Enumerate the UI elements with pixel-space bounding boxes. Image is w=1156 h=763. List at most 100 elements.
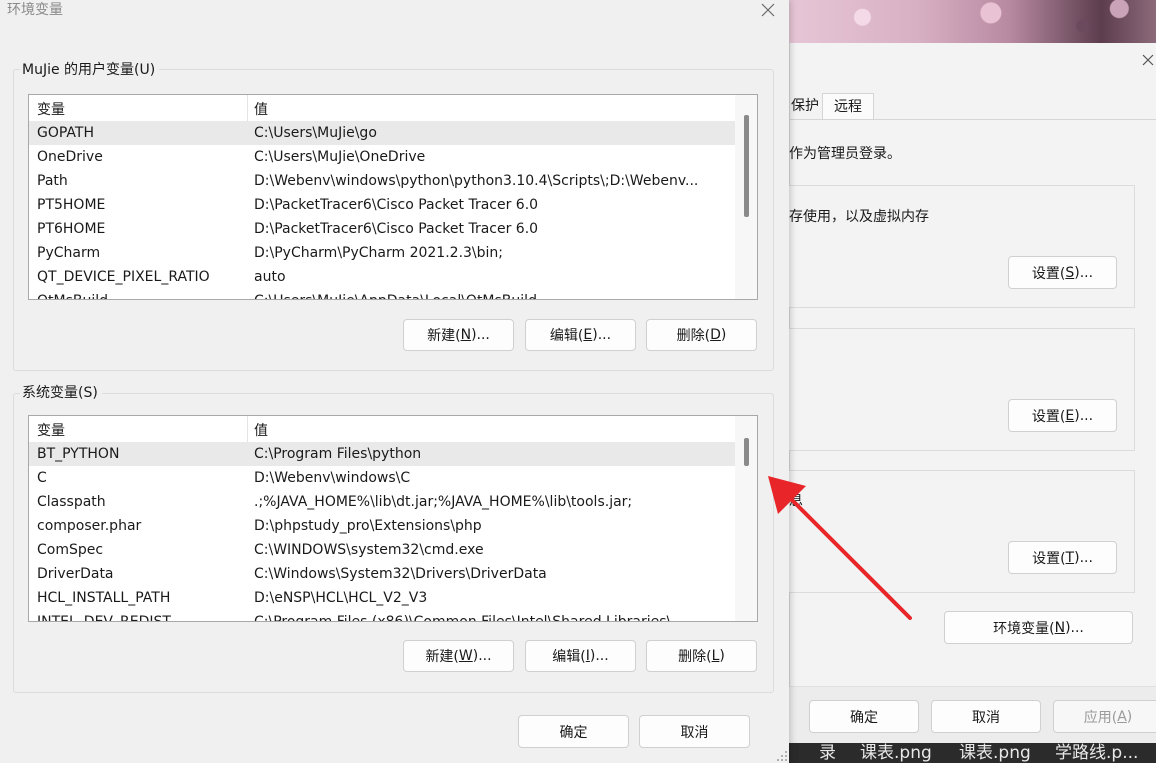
variable-value: D:\PacketTracer6\Cisco Packet Tracer 6.0: [254, 221, 539, 237]
cancel-button[interactable]: 取消: [639, 715, 750, 748]
taskbar: 录 课表.png 课表.png 学路线.p...: [789, 743, 1156, 763]
performance-group: [789, 185, 1135, 308]
table-row[interactable]: C D:\Webenv\windows\C: [29, 466, 735, 490]
variable-name: C: [37, 470, 47, 486]
button-label: 编辑(: [549, 328, 584, 344]
bg-apply-button[interactable]: 应用(A): [1053, 700, 1156, 733]
user-new-button[interactable]: 新建(N)...: [403, 319, 514, 351]
variable-name: PyCharm: [37, 245, 101, 261]
table-row[interactable]: QtMsBuild C:\Users\MuJie\AppData\Local\Qt…: [29, 289, 735, 299]
user-edit-button[interactable]: 编辑(E)...: [525, 319, 636, 351]
close-icon[interactable]: [760, 2, 776, 18]
access-key: N: [1054, 619, 1066, 636]
button-suffix: )...: [471, 327, 490, 343]
user-variables-list[interactable]: 变量 值 GOPATH C:\Users\MuJie\go OneDrive C:\…: [28, 94, 758, 300]
list-header: 变量 值: [29, 95, 735, 122]
list-rows: BT_PYTHON C:\Program Files\python C D:\Web…: [29, 442, 735, 622]
variable-value: D:\phpstudy_pro\Extensions\php: [254, 518, 482, 534]
resize-grip-icon[interactable]: [776, 750, 788, 762]
user-profiles-group: [789, 328, 1135, 451]
variable-value: D:\PyCharm\PyCharm 2021.2.3\bin;: [254, 245, 504, 261]
bg-ok-button[interactable]: 确定: [809, 700, 919, 733]
table-row[interactable]: composer.phar D:\phpstudy_pro\Extensions\…: [29, 514, 735, 538]
button-label: 删除(: [678, 649, 712, 665]
user-profiles-settings-button[interactable]: 设置(E)...: [1008, 399, 1117, 432]
variable-value: C:\Users\MuJie\OneDrive: [254, 149, 426, 165]
table-row[interactable]: Path D:\Webenv\windows\python\python3.10.…: [29, 169, 735, 193]
variable-name: PT5HOME: [37, 197, 106, 213]
environment-variables-button[interactable]: 环境变量(N)...: [944, 611, 1133, 644]
table-row[interactable]: PyCharm D:\PyCharm\PyCharm 2021.2.3\bin;: [29, 241, 735, 265]
variable-value: C:\Windows\System32\Drivers\DriverData: [254, 566, 547, 582]
variable-value: C:\Users\MuJie\go: [254, 125, 377, 141]
button-suffix: ): [720, 327, 727, 343]
tab-remote[interactable]: 远程: [822, 93, 874, 119]
button-suffix: )...: [472, 648, 492, 664]
access-key: A: [1117, 708, 1127, 725]
column-header-value[interactable]: 值: [254, 420, 268, 440]
table-row[interactable]: QT_DEVICE_PIXEL_RATIO auto: [29, 265, 735, 289]
variable-value: D:\Webenv\windows\python\python3.10.4\Sc…: [254, 173, 699, 189]
admin-note: 作为管理员登录。: [789, 146, 901, 162]
column-header-value[interactable]: 值: [254, 99, 268, 119]
system-variables-list[interactable]: 变量 值 BT_PYTHON C:\Program Files\python C D…: [28, 415, 758, 622]
access-key: L: [711, 648, 720, 664]
table-row[interactable]: INTEL_DEV_REDIST C:\Program Files (x86)\C…: [29, 610, 735, 622]
taskbar-item[interactable]: 学路线.p...: [1055, 744, 1138, 762]
button-label: 设置(: [1031, 408, 1066, 425]
column-divider[interactable]: [247, 416, 248, 442]
variable-value: C:\Users\MuJie\AppData\Local\QtMsBuild: [254, 289, 729, 299]
startup-settings-button[interactable]: 设置(T)...: [1008, 541, 1117, 574]
scrollbar-thumb[interactable]: [744, 438, 749, 466]
table-row[interactable]: ComSpec C:\WINDOWS\system32\cmd.exe: [29, 538, 735, 562]
column-divider[interactable]: [247, 95, 248, 121]
taskbar-item[interactable]: 录: [819, 744, 836, 762]
variable-value: D:\Webenv\windows\C: [254, 470, 411, 486]
button-label: 编辑(: [552, 649, 586, 665]
variable-name: INTEL_DEV_REDIST: [37, 614, 171, 622]
access-key: D: [710, 327, 721, 343]
button-label: 设置(: [1031, 265, 1066, 282]
table-row[interactable]: HCL_INSTALL_PATH D:\eNSP\HCL\HCL_V2_V3: [29, 586, 735, 610]
variable-name: Classpath: [37, 494, 106, 510]
variable-value: auto: [254, 269, 286, 285]
variable-name: PT6HOME: [37, 221, 106, 237]
button-suffix: )...: [592, 327, 612, 343]
button-label: 新建(: [425, 649, 459, 665]
column-header-variable[interactable]: 变量: [37, 420, 65, 440]
column-header-variable[interactable]: 变量: [37, 99, 65, 119]
variable-name: OneDrive: [37, 149, 103, 165]
access-key: N: [460, 327, 472, 343]
access-key: S: [1065, 264, 1075, 281]
button-label: 新建(: [427, 328, 461, 344]
table-row[interactable]: PT5HOME D:\PacketTracer6\Cisco Packet Tra…: [29, 193, 735, 217]
table-row[interactable]: Classpath .;%JAVA_HOME%\lib\dt.jar;%JAVA_…: [29, 490, 735, 514]
system-delete-button[interactable]: 删除(L): [646, 640, 757, 672]
variable-name: QtMsBuild: [37, 289, 242, 299]
scrollbar-thumb[interactable]: [744, 115, 749, 217]
close-icon[interactable]: [1140, 52, 1156, 68]
performance-settings-button[interactable]: 设置(S)...: [1008, 256, 1117, 289]
variable-name: HCL_INSTALL_PATH: [37, 590, 171, 606]
user-variables-label: MuJie 的用户变量(U): [20, 61, 160, 79]
access-key: E: [1065, 407, 1075, 424]
ok-button[interactable]: 确定: [518, 715, 629, 748]
table-row[interactable]: OneDrive C:\Users\MuJie\OneDrive: [29, 145, 735, 169]
table-row[interactable]: DriverData C:\Windows\System32\Drivers\Dr…: [29, 562, 735, 586]
vertical-scrollbar[interactable]: [735, 95, 757, 299]
variable-name: GOPATH: [37, 125, 94, 141]
taskbar-item[interactable]: 课表.png: [860, 744, 932, 762]
table-row[interactable]: GOPATH C:\Users\MuJie\go: [29, 121, 735, 145]
user-delete-button[interactable]: 删除(D): [646, 319, 757, 351]
bg-cancel-button[interactable]: 取消: [931, 700, 1041, 733]
table-row[interactable]: PT6HOME D:\PacketTracer6\Cisco Packet Tra…: [29, 217, 735, 241]
variable-name: composer.phar: [37, 518, 142, 534]
tab-system-protection[interactable]: 保护: [789, 93, 825, 119]
system-edit-button[interactable]: 编辑(I)...: [525, 640, 636, 672]
table-row[interactable]: BT_PYTHON C:\Program Files\python: [29, 442, 735, 466]
button-suffix: )...: [1074, 549, 1093, 566]
vertical-scrollbar[interactable]: [735, 416, 757, 621]
taskbar-item[interactable]: 课表.png: [959, 744, 1031, 762]
system-new-button[interactable]: 新建(W)...: [403, 640, 514, 672]
variable-name: DriverData: [37, 566, 114, 582]
